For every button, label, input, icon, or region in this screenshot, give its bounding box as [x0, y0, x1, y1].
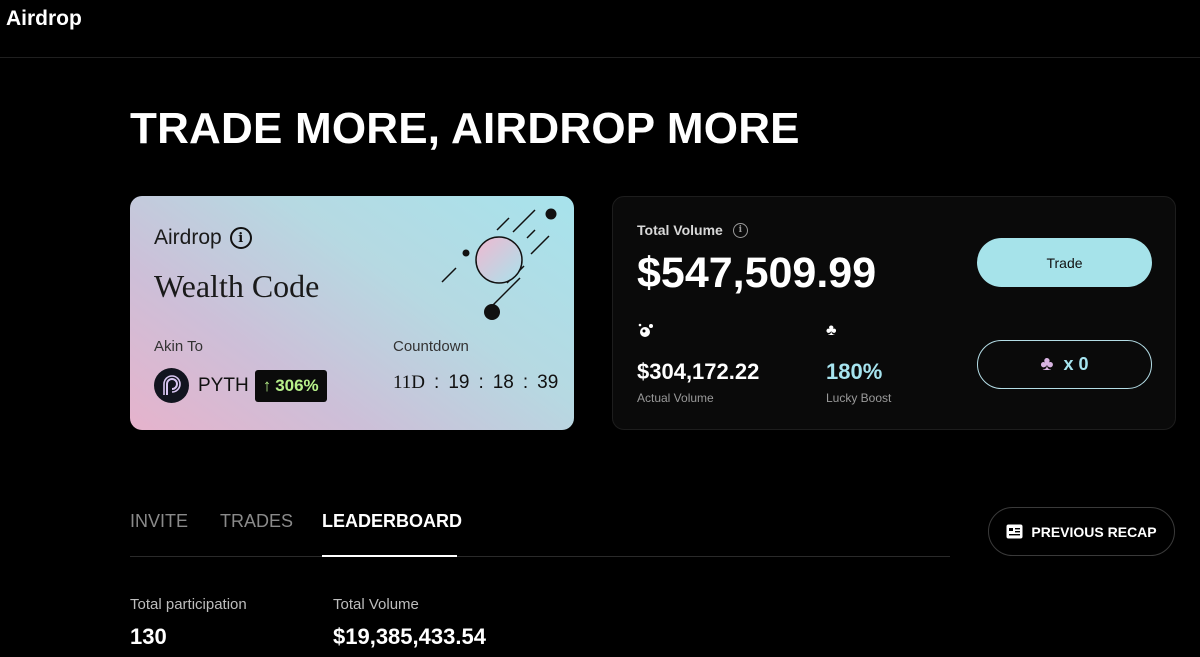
akin-to-label: Akin To	[154, 338, 203, 355]
orbit-icon	[637, 322, 655, 345]
page-title: TRADE MORE, AIRDROP MORE	[130, 104, 800, 153]
countdown-separator: :	[434, 372, 440, 393]
info-icon[interactable]: i	[732, 222, 748, 238]
top-bar: Airdrop	[0, 0, 1200, 58]
airdrop-name: Wealth Code	[154, 268, 320, 304]
app-title: Airdrop	[6, 7, 82, 30]
actual-volume-label: Actual Volume	[637, 391, 714, 405]
arrow-up-icon: ↑	[262, 375, 272, 395]
lucky-boost-label: Lucky Boost	[826, 391, 892, 405]
airdrop-label-row: Airdrop i	[154, 226, 252, 250]
clover-count: x 0	[1063, 354, 1089, 374]
tab-trades[interactable]: TRADES	[220, 511, 293, 532]
countdown-days: 11D	[393, 372, 426, 393]
countdown-minutes: 18	[492, 372, 514, 393]
active-tab-indicator	[322, 555, 457, 557]
clover-button[interactable]: ♣ x 0	[977, 340, 1152, 389]
tab-leaderboard[interactable]: LEADERBOARD	[322, 511, 462, 532]
total-participation-label: Total participation	[130, 596, 247, 613]
lucky-boost-value: 180%	[826, 359, 883, 384]
countdown-separator: :	[522, 372, 529, 393]
recap-icon	[1006, 524, 1023, 539]
tab-invite[interactable]: INVITE	[130, 511, 188, 532]
airdrop-label: Airdrop	[154, 226, 222, 249]
total-participation-value: 130	[130, 624, 167, 649]
planet-illustration	[441, 208, 557, 320]
countdown-hours: 19	[448, 372, 470, 393]
countdown-separator: :	[478, 372, 484, 393]
total-volume-value: $547,509.99	[637, 249, 877, 297]
akin-token: PYTH ↑ 306%	[154, 368, 327, 403]
clover-icon: ♣	[1040, 353, 1054, 375]
leaderboard-volume-value: $19,385,433.54	[333, 624, 486, 649]
trade-button[interactable]: Trade	[977, 238, 1152, 287]
clover-icon: ♣	[826, 322, 837, 339]
total-volume-label: Total Volume	[637, 222, 723, 238]
previous-recap-label: PREVIOUS RECAP	[1031, 523, 1157, 540]
leaderboard-volume-label: Total Volume	[333, 596, 419, 613]
total-volume-label-row: Total Volume i	[637, 222, 748, 238]
countdown-timer: 11D : 19 : 18 : 39	[393, 372, 558, 394]
countdown-seconds: 39	[537, 372, 559, 393]
change-percent: 306%	[275, 375, 319, 395]
previous-recap-button[interactable]: PREVIOUS RECAP	[988, 507, 1175, 556]
countdown-label: Countdown	[393, 338, 469, 355]
change-badge: ↑ 306%	[254, 369, 327, 402]
volume-card: Total Volume i $547,509.99 $304,172.22 A…	[612, 196, 1176, 430]
info-icon[interactable]: i	[229, 227, 252, 249]
token-symbol: PYTH	[198, 374, 249, 396]
tab-bar: INVITE TRADES LEADERBOARD	[130, 496, 950, 557]
pyth-logo-icon	[154, 368, 189, 403]
airdrop-card: Airdrop i Wealth Code Akin To PYTH ↑ 306…	[130, 196, 574, 430]
actual-volume-value: $304,172.22	[637, 359, 760, 384]
